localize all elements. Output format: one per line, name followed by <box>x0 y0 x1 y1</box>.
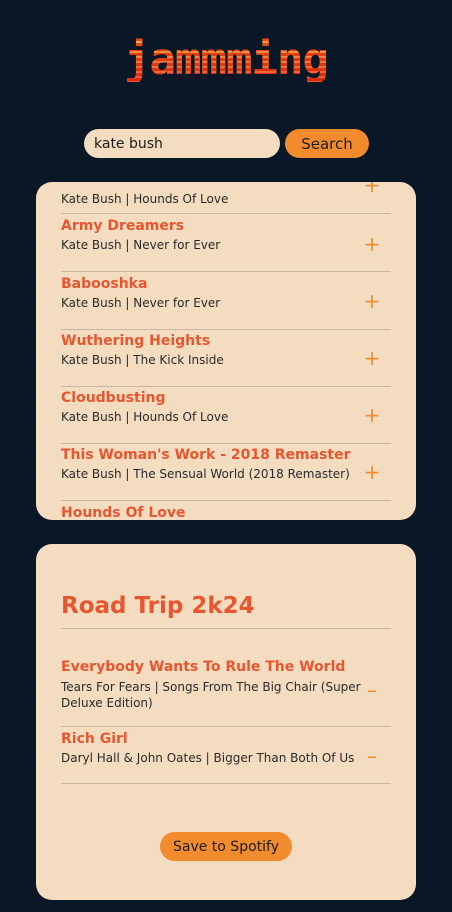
add-track-button[interactable]: + <box>363 405 381 425</box>
track-meta: Daryl Hall & John Oates | Bigger Than Bo… <box>61 751 355 765</box>
remove-track-button[interactable]: – <box>363 680 381 700</box>
track-meta: Tears For Fears | Songs From The Big Cha… <box>61 680 361 710</box>
playlist-name-input[interactable] <box>61 584 391 629</box>
track-title: Babooshka <box>61 276 148 292</box>
result-track: Army Dreamers Kate Bush | Never for Ever… <box>61 214 391 272</box>
track-meta: Kate Bush | Hounds Of Love <box>61 410 229 424</box>
result-track: This Woman's Work - 2018 Remaster Kate B… <box>61 443 391 501</box>
track-title: Wuthering Heights <box>61 333 211 349</box>
track-title: Rich Girl <box>61 731 128 747</box>
track-title: Hounds Of Love <box>61 505 186 520</box>
add-track-button[interactable]: + <box>363 234 381 254</box>
track-title: Army Dreamers <box>61 218 185 234</box>
track-meta: Kate Bush | The Kick Inside <box>61 353 224 367</box>
app-logo: jammming <box>0 38 452 82</box>
track-meta: Kate Bush | The Sensual World (2018 Rema… <box>61 467 350 481</box>
playlist-track: Rich Girl Daryl Hall & John Oates | Bigg… <box>61 727 391 784</box>
result-track: Babooshka Kate Bush | Never for Ever + <box>61 272 391 330</box>
track-title: Everybody Wants To Rule The World <box>61 659 346 675</box>
track-title: This Woman's Work - 2018 Remaster <box>61 447 351 463</box>
track-meta: Kate Bush | Never for Ever <box>61 238 221 252</box>
search-results-panel[interactable]: Kate Bush | Hounds Of Love + Army Dreame… <box>36 182 416 520</box>
add-track-button[interactable]: + <box>363 182 381 195</box>
track-title: Cloudbusting <box>61 390 166 406</box>
result-track: Wuthering Heights Kate Bush | The Kick I… <box>61 329 391 387</box>
playlist-panel: Everybody Wants To Rule The World Tears … <box>36 544 416 900</box>
track-meta: Kate Bush | Never for Ever <box>61 296 221 310</box>
search-input[interactable] <box>84 129 280 158</box>
result-track: Cloudbusting Kate Bush | Hounds Of Love … <box>61 386 391 444</box>
add-track-button[interactable]: + <box>363 348 381 368</box>
save-to-spotify-button[interactable]: Save to Spotify <box>160 832 292 861</box>
add-track-button[interactable]: + <box>363 291 381 311</box>
track-meta: Kate Bush | Hounds Of Love <box>61 192 229 206</box>
playlist-track: Everybody Wants To Rule The World Tears … <box>61 655 391 727</box>
add-track-button[interactable]: + <box>363 462 381 482</box>
result-track: Kate Bush | Hounds Of Love + <box>61 182 391 214</box>
remove-track-button[interactable]: – <box>363 746 381 766</box>
result-track: Hounds Of Love <box>61 501 391 520</box>
search-button[interactable]: Search <box>285 129 369 158</box>
